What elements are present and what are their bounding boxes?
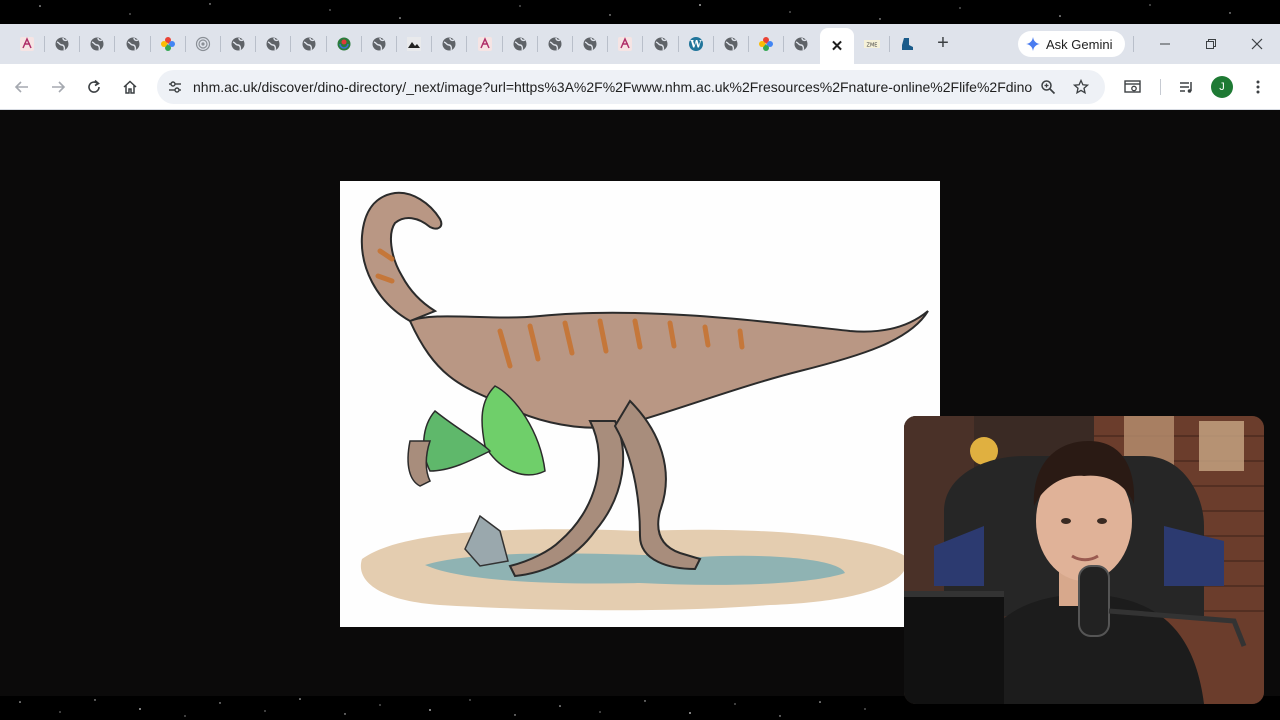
minimize-icon — [1160, 43, 1170, 45]
tab[interactable] — [221, 32, 255, 56]
tab[interactable] — [116, 32, 150, 56]
tab[interactable]: ZME — [855, 32, 889, 56]
tab[interactable] — [784, 32, 818, 56]
browser-toolbar: nhm.ac.uk/discover/dino-directory/_next/… — [0, 64, 1280, 110]
tab-divider — [114, 36, 115, 52]
reload-icon — [88, 79, 100, 93]
ask-gemini-label: Ask Gemini — [1046, 36, 1113, 52]
globe-icon — [513, 37, 527, 51]
tab[interactable] — [80, 32, 114, 56]
globe-icon — [372, 37, 386, 51]
divider — [1133, 36, 1134, 52]
bookmark-button[interactable] — [1070, 76, 1092, 98]
tab[interactable] — [573, 32, 607, 56]
globe-icon — [794, 37, 808, 51]
home-button[interactable] — [116, 73, 144, 101]
wikimedia-icon — [337, 37, 351, 51]
address-bar[interactable]: nhm.ac.uk/discover/dino-directory/_next/… — [157, 70, 1105, 104]
home-icon — [123, 80, 137, 94]
dinosaur-illustration — [340, 181, 940, 627]
tab[interactable] — [256, 32, 290, 56]
tab[interactable] — [714, 32, 748, 56]
tab[interactable] — [468, 32, 502, 56]
boot-icon — [902, 38, 913, 50]
tab[interactable] — [432, 32, 466, 56]
tab[interactable] — [890, 32, 924, 56]
zme-icon: ZME — [864, 40, 880, 49]
restore-icon — [1206, 39, 1216, 49]
tab[interactable] — [327, 32, 361, 56]
svg-text:ZME: ZME — [867, 43, 878, 49]
ask-gemini-button[interactable]: Ask Gemini — [1018, 31, 1125, 57]
globe-icon — [90, 37, 104, 51]
tab[interactable] — [362, 32, 396, 56]
tab-search-icon — [1124, 80, 1141, 93]
minimize-button[interactable] — [1150, 32, 1180, 56]
reload-button[interactable] — [80, 73, 108, 101]
globe-icon — [442, 37, 456, 51]
photo-icon — [407, 37, 421, 51]
tab-active[interactable]: ✕ — [820, 28, 854, 64]
target-icon — [195, 36, 211, 52]
tab-divider — [290, 36, 291, 52]
zoom-button[interactable] — [1037, 76, 1059, 98]
close-tab-icon[interactable]: ✕ — [831, 37, 844, 55]
site-info-button[interactable] — [163, 75, 187, 99]
media-controls-button[interactable] — [1172, 73, 1200, 101]
globe-icon — [266, 37, 280, 51]
tab[interactable] — [10, 32, 44, 56]
globe-icon — [654, 37, 668, 51]
back-button[interactable] — [8, 73, 36, 101]
globe-icon — [126, 37, 140, 51]
tab[interactable]: W — [679, 32, 713, 56]
sketchfab-icon — [20, 37, 34, 51]
globe-icon — [302, 37, 316, 51]
new-tab-button[interactable]: + — [930, 32, 956, 56]
forward-button[interactable] — [44, 73, 72, 101]
tab[interactable] — [503, 32, 537, 56]
arrow-left-icon — [14, 81, 28, 93]
webcam-overlay — [904, 416, 1264, 704]
tab[interactable] — [45, 32, 79, 56]
star-icon — [1073, 79, 1089, 95]
close-icon — [1251, 38, 1263, 50]
globe-icon — [548, 37, 562, 51]
divider — [1160, 79, 1161, 95]
queue-music-icon — [1180, 82, 1192, 93]
pinwheel-icon — [759, 37, 773, 51]
tab-divider — [466, 36, 467, 52]
tab-search-button[interactable] — [1119, 73, 1147, 101]
tab[interactable] — [749, 32, 783, 56]
restore-button[interactable] — [1196, 32, 1226, 56]
tab-divider — [642, 36, 643, 52]
tab[interactable] — [644, 32, 678, 56]
sketchfab-icon — [478, 37, 492, 51]
globe-icon — [55, 37, 69, 51]
tab[interactable] — [608, 32, 642, 56]
globe-icon — [724, 37, 738, 51]
globe-icon — [231, 37, 245, 51]
tab[interactable] — [186, 32, 220, 56]
profile-avatar[interactable]: J — [1211, 76, 1233, 98]
tune-icon — [169, 81, 181, 93]
more-vert-icon — [1256, 80, 1260, 94]
gemini-sparkle-icon — [1026, 37, 1040, 51]
sketchfab-icon — [618, 37, 632, 51]
zoom-in-icon — [1041, 80, 1056, 95]
menu-button[interactable] — [1244, 73, 1272, 101]
tab[interactable] — [397, 32, 431, 56]
pinwheel-icon — [161, 37, 175, 51]
tab-strip: W ✕ ZME + Ask Gemini — [0, 24, 1280, 64]
wordpress-icon: W — [689, 37, 703, 51]
svg-text:W: W — [689, 40, 702, 51]
tab[interactable] — [538, 32, 572, 56]
url-text[interactable]: nhm.ac.uk/discover/dino-directory/_next/… — [193, 79, 1033, 95]
globe-icon — [583, 37, 597, 51]
tab[interactable] — [292, 32, 326, 56]
close-window-button[interactable] — [1242, 32, 1272, 56]
tab[interactable] — [151, 32, 185, 56]
arrow-right-icon — [52, 81, 66, 93]
